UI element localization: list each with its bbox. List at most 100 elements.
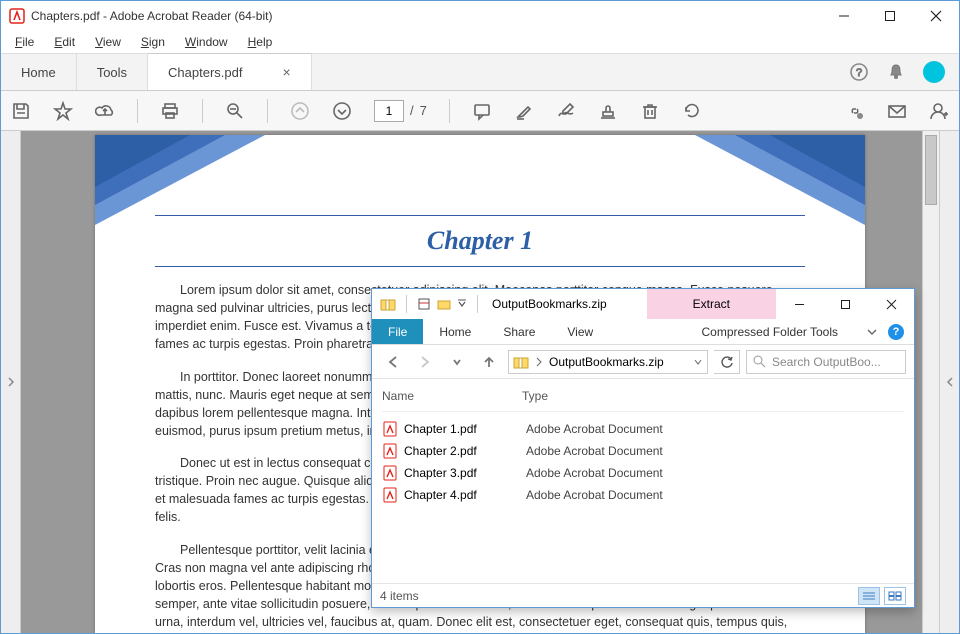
menu-window[interactable]: Window [177,33,236,51]
cloud-upload-icon[interactable] [95,101,115,121]
explorer-file-list: Name Type Chapter 1.pdfAdobe Acrobat Doc… [372,379,914,583]
toolbar: / 7 [1,91,959,131]
email-icon[interactable] [887,101,907,121]
star-icon[interactable] [53,101,73,121]
print-icon[interactable] [160,101,180,121]
menu-help[interactable]: Help [240,33,281,51]
tab-home[interactable]: Home [1,54,77,90]
zip-folder-icon [513,354,529,370]
tab-document[interactable]: Chapters.pdf × [148,53,312,90]
pdf-file-icon [382,443,398,459]
bell-icon[interactable] [887,62,905,82]
new-folder-icon[interactable] [437,297,451,311]
page-total: 7 [420,103,427,118]
comment-icon[interactable] [472,101,492,121]
file-name: Chapter 4.pdf [404,488,526,502]
nav-recent-dropdown[interactable] [444,349,470,375]
left-panel-toggle[interactable] [1,131,21,633]
explorer-maximize-button[interactable] [822,289,868,319]
menu-file[interactable]: File [7,33,42,51]
rotate-icon[interactable] [682,101,702,121]
search-icon [753,355,766,368]
menu-edit[interactable]: Edit [46,33,83,51]
explorer-titlebar: OutputBookmarks.zip Extract [372,289,914,319]
acrobat-app-icon [9,8,25,24]
page-up-icon[interactable] [290,101,310,121]
breadcrumb-item[interactable]: OutputBookmarks.zip [549,355,664,369]
page-indicator: / 7 [374,100,427,122]
window-title: Chapters.pdf - Adobe Acrobat Reader (64-… [31,9,272,23]
address-dropdown-icon[interactable] [693,357,703,367]
file-name: Chapter 1.pdf [404,422,526,436]
ribbon-expand-icon[interactable] [866,326,878,338]
column-headers[interactable]: Name Type [382,385,904,412]
file-type: Adobe Acrobat Document [526,466,663,480]
tab-row: Home Tools Chapters.pdf × ? [1,53,959,91]
menu-view[interactable]: View [87,33,129,51]
column-type[interactable]: Type [522,389,548,403]
explorer-statusbar: 4 items [372,583,914,607]
save-icon[interactable] [11,101,31,121]
file-row[interactable]: Chapter 3.pdfAdobe Acrobat Document [382,462,904,484]
file-type: Adobe Acrobat Document [526,488,663,502]
zoom-icon[interactable] [225,101,245,121]
address-bar[interactable]: OutputBookmarks.zip [508,350,708,374]
thumbnails-view-button[interactable] [884,587,906,605]
explorer-window: OutputBookmarks.zip Extract File Home Sh… [371,288,915,608]
file-row[interactable]: Chapter 4.pdfAdobe Acrobat Document [382,484,904,506]
nav-up-button[interactable] [476,349,502,375]
close-button[interactable] [913,1,959,31]
menubar: File Edit View Sign Window Help [1,31,959,53]
chapter-heading: Chapter 1 [155,226,805,256]
explorer-minimize-button[interactable] [776,289,822,319]
ribbon-tab-view[interactable]: View [551,319,609,344]
chevron-right-icon[interactable] [535,357,543,367]
column-name[interactable]: Name [382,389,522,403]
page-down-icon[interactable] [332,101,352,121]
minimize-button[interactable] [821,1,867,31]
details-view-button[interactable] [858,587,880,605]
maximize-button[interactable] [867,1,913,31]
quick-access-dropdown-icon[interactable] [457,297,467,311]
tab-tools[interactable]: Tools [77,54,148,90]
page-current-input[interactable] [374,100,404,122]
account-avatar[interactable] [923,61,945,83]
svg-text:?: ? [856,67,862,79]
pdf-file-icon [382,487,398,503]
ribbon-tab-file[interactable]: File [372,319,423,344]
link-icon[interactable] [845,101,865,121]
highlight-icon[interactable] [514,101,534,121]
titlebar: Chapters.pdf - Adobe Acrobat Reader (64-… [1,1,959,31]
contextual-tab-header: Extract [647,289,776,319]
ribbon-help-icon[interactable]: ? [888,324,904,340]
menu-sign[interactable]: Sign [133,33,173,51]
sign-icon[interactable] [556,101,576,121]
explorer-close-button[interactable] [868,289,914,319]
refresh-button[interactable] [714,350,740,374]
ribbon-tab-home[interactable]: Home [423,319,487,344]
tab-close-icon[interactable]: × [282,64,290,80]
nav-back-button[interactable] [380,349,406,375]
explorer-ribbon: File Home Share View Compressed Folder T… [372,319,914,345]
zip-folder-icon [380,296,396,312]
right-panel-toggle[interactable] [939,131,959,633]
search-box[interactable]: Search OutputBoo... [746,350,906,374]
file-name: Chapter 3.pdf [404,466,526,480]
file-name: Chapter 2.pdf [404,444,526,458]
vertical-scrollbar[interactable] [922,131,939,633]
properties-icon[interactable] [417,297,431,311]
nav-forward-button[interactable] [412,349,438,375]
file-type: Adobe Acrobat Document [526,444,663,458]
pdf-file-icon [382,421,398,437]
ribbon-tab-share[interactable]: Share [487,319,551,344]
delete-icon[interactable] [640,101,660,121]
stamp-icon[interactable] [598,101,618,121]
tab-document-label: Chapters.pdf [168,65,242,80]
help-icon[interactable]: ? [849,62,869,82]
file-row[interactable]: Chapter 1.pdfAdobe Acrobat Document [382,418,904,440]
corner-decoration [95,135,265,225]
ribbon-tab-compressed-tools[interactable]: Compressed Folder Tools [683,319,856,344]
explorer-title: OutputBookmarks.zip [488,297,607,311]
people-icon[interactable] [929,101,949,121]
file-row[interactable]: Chapter 2.pdfAdobe Acrobat Document [382,440,904,462]
